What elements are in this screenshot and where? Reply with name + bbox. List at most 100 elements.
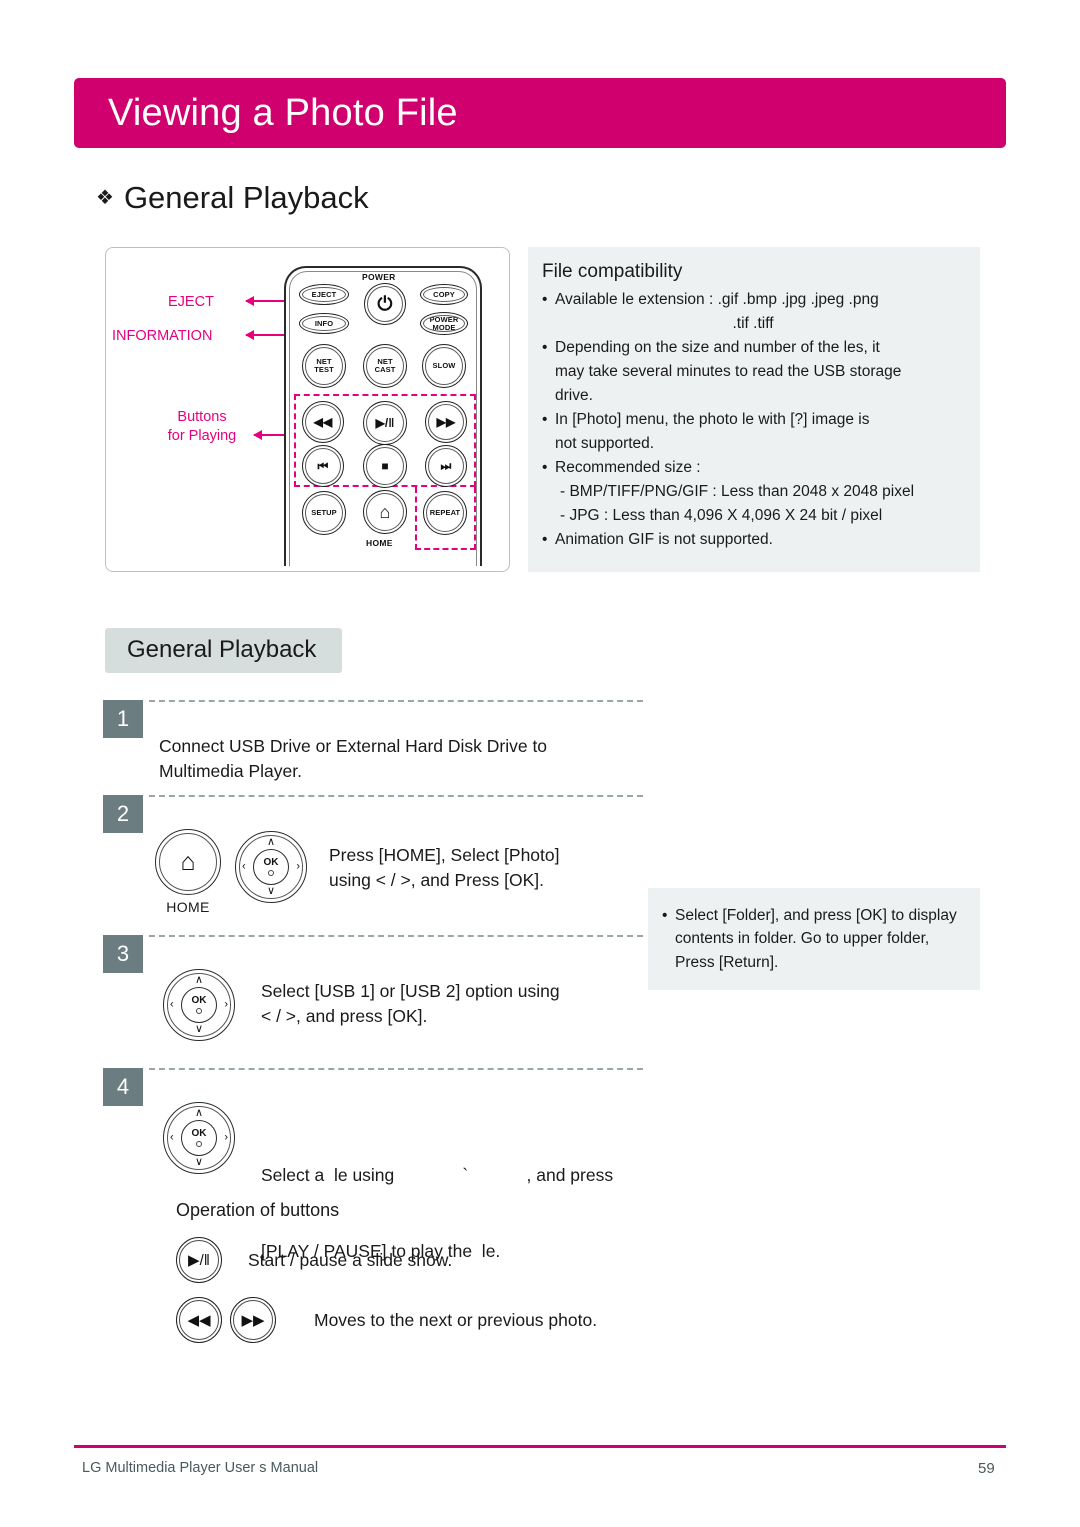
remote-button-stop[interactable]: ■ [363,444,407,488]
step-text-line1: Select a le using ` , and press [261,1164,614,1185]
remote-button-grid: EJECT POWER ⏻ COPY INFO POWER MODE NET T… [286,268,480,566]
net-test-line1: NET [316,357,332,367]
folder-note-text: Select [Folder], and press [OK] to displ… [662,904,966,974]
ok-button[interactable]: OK [163,969,235,1041]
step-3: 3 ∧ ∨ ‹ › OK Select [USB 1] or [USB 2] o… [103,935,643,1041]
navigation-wheel[interactable]: ∧ ∨ ‹ › OK [235,831,307,903]
callout-buttons-for-playing-label: Buttons for Playing [158,408,246,445]
operation-label: Start / pause a slide show. [248,1249,453,1270]
operation-label: Moves to the next or previous photo. [314,1309,598,1330]
info-label: INFO [314,318,334,328]
step-text-line1: Connect USB Drive or External Hard Disk … [159,736,548,756]
list-item: - BMP/TIFF/PNG/GIF : Less than 2048 x 20… [560,483,915,501]
operation-title: Operation of buttons [176,1200,340,1220]
remote-button-info[interactable]: INFO [299,313,349,334]
ok-button[interactable]: OK [163,1102,235,1174]
rewind-icon: ◀◀ [313,415,333,429]
rewind-button[interactable]: ◀◀ [176,1297,222,1343]
footer-manual-name: LG Multimedia Player User s Manual [82,1460,319,1476]
page-title: Viewing a Photo File [108,92,458,134]
remote-button-home[interactable]: ⌂ [363,490,407,534]
list-item: not supported. [555,435,655,453]
callout-buttons-line1: Buttons [177,409,227,425]
file-compatibility-list: Available le extension : .gif .bmp .jpg … [542,288,964,552]
fast-forward-button[interactable]: ▶▶ [230,1297,276,1343]
list-item: - JPG : Less than 4,096 X 4,096 X 24 bit… [560,507,883,525]
remote-button-power[interactable]: ⏻ [364,283,406,325]
remote-button-play-pause[interactable]: ▶/‖ [363,401,407,445]
home-button-caption: HOME [166,899,210,915]
net-cast-line2: CAST [374,365,396,374]
repeat-button-highlight [415,487,476,550]
list-item: drive. [555,387,593,405]
fast-forward-icon: ▶▶ [436,415,456,429]
folder-note-box: Select [Folder], and press [OK] to displ… [648,888,980,990]
list-item: .tif .tiff [732,315,774,333]
home-button-circle[interactable]: ⌂ [155,829,221,895]
remote-button-copy[interactable]: COPY [420,284,468,305]
operation-row: ◀◀ ▶▶ Moves to the next or previous phot… [176,1297,597,1343]
ok-button[interactable]: OK [235,831,307,903]
previous-track-icon: ⏮ [317,459,329,473]
fast-forward-icon: ▶▶ [241,1311,265,1329]
remote-button-slow[interactable]: SLOW [422,344,466,388]
step-text: Press [HOME], Select [Photo] using < / >… [329,829,560,894]
remote-button-power-mode[interactable]: POWER MODE [420,312,468,335]
remote-body-outline: EJECT POWER ⏻ COPY INFO POWER MODE NET T… [284,266,482,566]
remote-control-diagram-panel: EJECT INFORMATION Buttons for Playing EJ… [105,247,510,572]
operation-row: ▶/‖ Start / pause a slide show. [176,1237,597,1283]
step-text-line2: < / >, and press [OK]. [261,1006,428,1027]
slow-label: SLOW [432,361,456,371]
power-caption: POWER [362,272,396,282]
remote-button-net-test[interactable]: NET TEST [302,344,346,388]
list-item: Available le extension : .gif .bmp .jpg … [542,288,964,312]
step-number: 4 [103,1068,143,1106]
remote-button-previous[interactable]: ⏮ [302,445,344,487]
diamond-bullet-icon: ❖ [96,187,114,209]
step-divider [149,935,643,937]
navigation-wheel[interactable]: ∧ ∨ ‹ › OK [163,969,235,1041]
step-number: 3 [103,935,143,973]
net-test-line2: TEST [314,365,334,374]
callout-buttons-line2: for Playing [167,427,237,444]
power-mode-line2: MODE [432,322,456,332]
file-compatibility-title: File compatibility [542,261,683,282]
step-text-line2: Multimedia Player. [159,761,302,782]
remote-button-rewind[interactable]: ◀◀ [302,401,344,443]
remote-button-repeat[interactable]: REPEAT [423,491,467,535]
remote-button-setup[interactable]: SETUP [302,491,346,535]
list-item: Recommended size : [542,456,964,480]
step-text-line2: using < / >, and Press [OK]. [329,870,544,891]
footer-page-number: 59 [978,1460,995,1477]
file-compatibility-box: File compatibility Available le extensio… [528,247,980,572]
play-pause-button[interactable]: ▶/‖ [176,1237,222,1283]
remote-button-eject[interactable]: EJECT [299,284,349,305]
step-1: 1 Connect USB Drive or External Hard Dis… [103,700,643,785]
section-heading: ❖ General Playback [96,182,369,213]
remote-button-net-cast[interactable]: NET CAST [363,344,407,388]
navigation-wheel[interactable]: ∧ ∨ ‹ › OK [163,1102,235,1174]
home-icon: ⌂ [180,847,196,876]
play-pause-icon: ▶/‖ [375,416,395,430]
next-track-icon: ⏭ [440,459,452,473]
stop-icon: ■ [381,459,389,473]
home-icon: ⌂ [379,502,391,522]
step-text: Select [USB 1] or [USB 2] option using <… [261,969,560,1030]
setup-label: SETUP [311,508,337,518]
playing-buttons-highlight [294,394,476,487]
step-text-line1: Press [HOME], Select [Photo] [329,845,560,865]
power-icon: ⏻ [377,293,393,315]
list-item: In [Photo] menu, the photo le with [?] i… [542,408,964,432]
rewind-icon: ◀◀ [187,1311,211,1329]
copy-label: COPY [433,289,455,299]
step-text-line1: Select [USB 1] or [USB 2] option using [261,981,560,1001]
net-cast-line1: NET [377,357,393,367]
home-button-illustration: ⌂ HOME [155,829,221,915]
remote-button-fast-forward[interactable]: ▶▶ [425,401,467,443]
callout-information-label: INFORMATION [112,328,213,344]
power-mode-line1: POWER [429,314,459,324]
operation-of-buttons-section: Operation of buttons ▶/‖ Start / pause a… [176,1200,597,1357]
remote-home-caption: HOME [366,538,393,548]
remote-button-next[interactable]: ⏭ [425,445,467,487]
list-item: may take several minutes to read the USB… [555,363,902,381]
